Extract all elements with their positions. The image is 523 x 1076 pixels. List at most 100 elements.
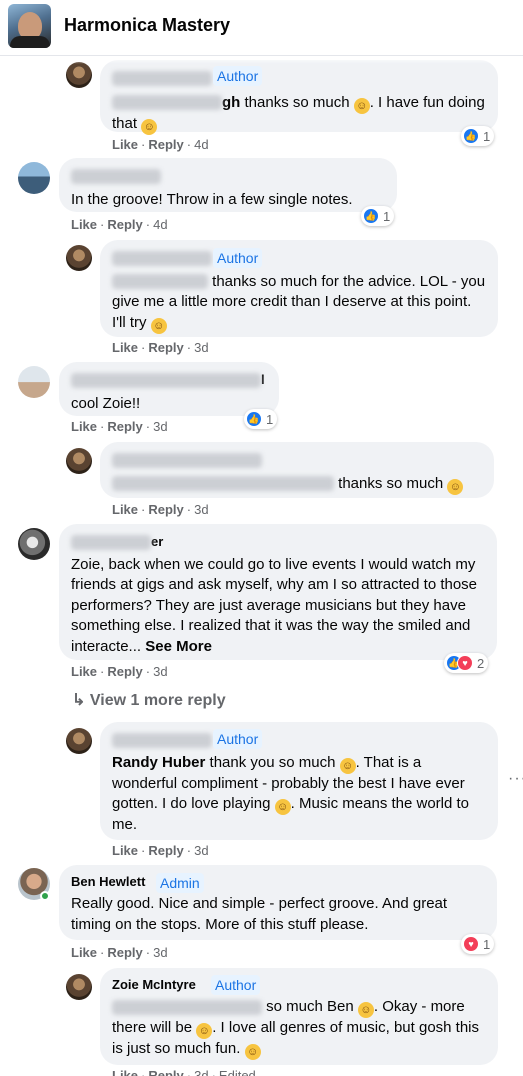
author-badge: Author xyxy=(213,66,263,86)
comment-bubble: Ben Hewlett Really good. Nice and simple… xyxy=(59,865,497,940)
online-status-icon xyxy=(40,891,50,901)
commenter-name[interactable]: Zoie McIntyre xyxy=(112,976,486,993)
reply-button[interactable]: Reply xyxy=(107,217,142,232)
comment-text: In the groove! Throw in a few single not… xyxy=(71,190,353,208)
group-avatar[interactable] xyxy=(8,4,51,48)
commenter-name-blurred[interactable] xyxy=(112,452,262,468)
comment-bubble: thanks so much for the advice. LOL - you… xyxy=(100,240,498,337)
reaction-count[interactable]: 👍 1 xyxy=(361,206,395,226)
smile-emoji-icon: ☺ xyxy=(274,799,291,815)
author-badge: Author xyxy=(213,248,263,268)
smile-emoji-icon: ☺ xyxy=(447,478,464,495)
avatar[interactable] xyxy=(66,62,92,88)
comment-actions: Like · Reply · 3d xyxy=(112,843,209,858)
timestamp[interactable]: 3d xyxy=(153,664,167,679)
comment-bubble: Randy Huber thank you so much ☺. That is… xyxy=(100,722,498,840)
comment-actions: Like · Reply · 4d xyxy=(112,137,209,152)
comment-actions: Like · Reply · 3d xyxy=(71,945,168,960)
mention-blurred[interactable] xyxy=(112,274,208,290)
comment-bubble: er Zoie, back when we could go to live e… xyxy=(59,524,497,660)
reply-button[interactable]: Reply xyxy=(148,340,183,355)
comment-actions: Like · Reply · 3d xyxy=(71,419,168,434)
smile-emoji-icon: ☺ xyxy=(353,97,370,114)
smile-emoji-icon: ☺ xyxy=(357,1002,374,1018)
like-button[interactable]: Like xyxy=(112,137,138,152)
avatar[interactable] xyxy=(18,528,50,560)
commenter-name-blurred[interactable] xyxy=(71,534,151,550)
reply-button[interactable]: Reply xyxy=(107,945,142,960)
smile-emoji-icon: ☺ xyxy=(339,757,356,774)
timestamp[interactable]: 4d xyxy=(194,137,208,152)
mention-blurred[interactable] xyxy=(112,476,334,492)
like-button[interactable]: Like xyxy=(71,419,97,434)
reaction-count[interactable]: 👍 1 xyxy=(244,409,278,429)
scroll-fade xyxy=(0,56,523,64)
comment-actions: Like · Reply · 3d xyxy=(112,340,209,355)
comment-bubble: In the groove! Throw in a few single not… xyxy=(59,158,397,212)
like-button[interactable]: Like xyxy=(112,843,138,858)
reply-button[interactable]: Reply xyxy=(107,664,142,679)
like-reaction-icon: 👍 xyxy=(246,411,262,427)
avatar[interactable] xyxy=(18,162,50,194)
timestamp[interactable]: 4d xyxy=(153,217,167,232)
group-title[interactable]: Harmonica Mastery xyxy=(64,15,230,36)
commenter-name-blurred[interactable] xyxy=(71,372,261,388)
author-badge: Author xyxy=(211,975,261,995)
mention-blurred[interactable] xyxy=(112,95,222,111)
like-button[interactable]: Like xyxy=(71,664,97,679)
reply-button[interactable]: Reply xyxy=(148,137,183,152)
comment-bubble: gh thanks so much ☺. I have fun doing th… xyxy=(100,60,498,135)
avatar[interactable] xyxy=(66,974,92,1000)
edited-label: Edited xyxy=(218,1068,256,1076)
mention-link[interactable]: Randy Huber xyxy=(112,754,205,771)
commenter-name-blurred[interactable] xyxy=(112,732,212,748)
reply-button[interactable]: Reply xyxy=(148,1068,183,1076)
love-reaction-icon: ♥ xyxy=(457,655,473,671)
like-button[interactable]: Like xyxy=(112,1068,138,1076)
commenter-name-blurred[interactable] xyxy=(112,70,212,86)
reaction-count[interactable]: 👍 1 xyxy=(461,126,495,146)
author-badge: Author xyxy=(213,729,263,749)
mention-blurred[interactable] xyxy=(112,999,262,1015)
timestamp[interactable]: 3d xyxy=(194,340,208,355)
comment-actions: Like · Reply · 3d xyxy=(71,664,168,679)
admin-badge: Admin xyxy=(156,873,204,893)
like-button[interactable]: Like xyxy=(71,945,97,960)
wink-emoji-icon: ☺ xyxy=(141,118,158,135)
like-button[interactable]: Like xyxy=(112,502,138,517)
avatar[interactable] xyxy=(18,366,50,398)
like-reaction-icon: 👍 xyxy=(463,128,479,144)
comment-text: cool Zoie!! xyxy=(71,394,141,412)
group-header: Harmonica Mastery xyxy=(0,0,523,56)
timestamp[interactable]: 3d xyxy=(153,945,167,960)
comment-bubble: thanks so much ☺ xyxy=(100,442,494,498)
comment-text: Really good. Nice and simple - perfect g… xyxy=(71,895,448,933)
like-button[interactable]: Like xyxy=(71,217,97,232)
more-options-icon[interactable]: ··· xyxy=(508,770,523,788)
comment-bubble: l cool Zoie!! xyxy=(59,362,279,416)
like-button[interactable]: Like xyxy=(112,340,138,355)
reaction-count[interactable]: ♥ 1 xyxy=(461,934,495,954)
timestamp[interactable]: 3d xyxy=(194,843,208,858)
timestamp[interactable]: 3d xyxy=(194,1068,208,1076)
commenter-name-blurred[interactable] xyxy=(112,250,212,266)
like-reaction-icon: 👍 xyxy=(363,208,379,224)
commenter-name-blurred[interactable] xyxy=(71,168,161,184)
timestamp[interactable]: 3d xyxy=(194,502,208,517)
avatar[interactable] xyxy=(66,245,92,271)
comment-actions: Like · Reply · 3d · Edited xyxy=(112,1068,256,1076)
comment-text: Zoie, back when we could go to live even… xyxy=(71,555,478,655)
timestamp[interactable]: 3d xyxy=(153,419,167,434)
reply-button[interactable]: Reply xyxy=(148,843,183,858)
commenter-name[interactable]: Ben Hewlett xyxy=(71,873,485,890)
love-reaction-icon: ♥ xyxy=(463,936,479,952)
see-more-link[interactable]: See More xyxy=(145,638,212,655)
view-more-replies[interactable]: ↳ View 1 more reply xyxy=(72,690,226,710)
comment-actions: Like · Reply · 4d xyxy=(71,217,168,232)
reply-button[interactable]: Reply xyxy=(107,419,142,434)
wink-emoji-icon: ☺ xyxy=(196,1023,213,1039)
reply-button[interactable]: Reply xyxy=(148,502,183,517)
reaction-count[interactable]: 👍 ♥ 2 xyxy=(444,653,489,673)
avatar[interactable] xyxy=(66,728,92,754)
avatar[interactable] xyxy=(66,448,92,474)
